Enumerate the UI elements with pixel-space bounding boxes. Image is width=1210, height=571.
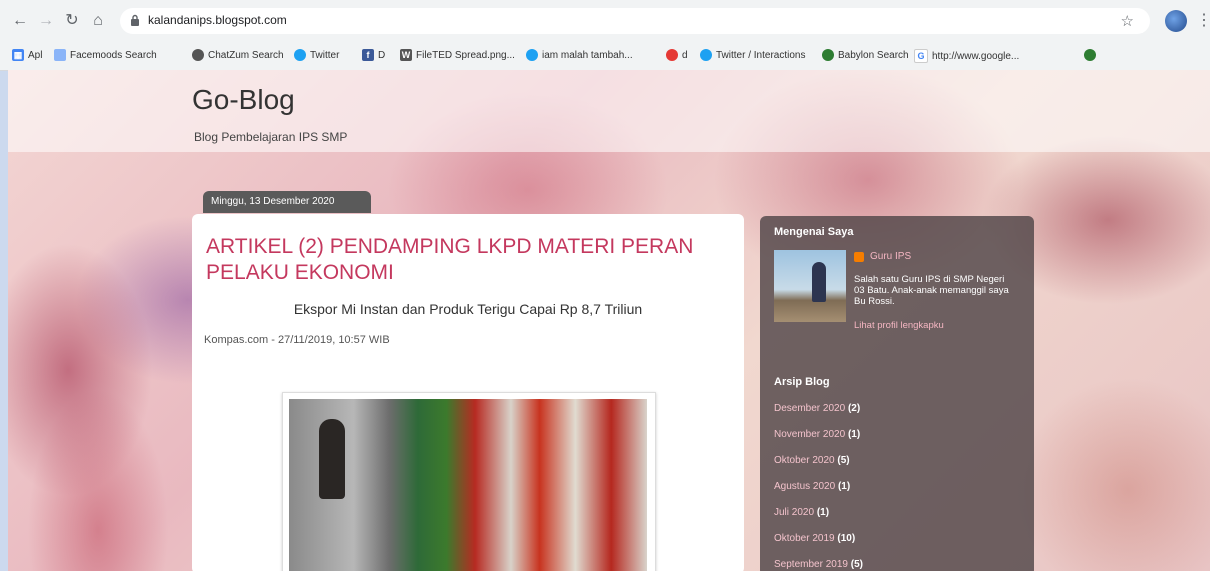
archive-item[interactable]: Desember 2020 (2)	[774, 403, 860, 414]
blog-title[interactable]: Go-Blog	[192, 84, 295, 116]
post-date-header: Minggu, 13 Desember 2020	[203, 191, 371, 213]
profile-link[interactable]: Lihat profil lengkapku	[854, 320, 944, 331]
blog-page: Go-Blog Blog Pembelajaran IPS SMP Minggu…	[8, 70, 1210, 571]
facebook-icon: f	[362, 49, 374, 61]
google-icon: G	[914, 49, 928, 63]
bookmarks-bar: ▦ Apl Facemoods Search ChatZum Search Twi…	[0, 44, 1210, 71]
url-bar[interactable]: kalandanips.blogspot.com ☆	[120, 8, 1150, 34]
bookmark-chatzum[interactable]: ChatZum Search	[192, 49, 284, 61]
twitter-icon	[294, 49, 306, 61]
bookmark-babylon[interactable]: Babylon Search	[822, 49, 909, 61]
w-icon: W	[400, 49, 412, 61]
profile-description: Salah satu Guru IPS di SMP Negeri 03 Bat…	[854, 274, 1009, 307]
about-heading: Mengenai Saya	[774, 226, 854, 238]
bookmark-twitter[interactable]: Twitter	[294, 49, 339, 61]
blog-description: Blog Pembelajaran IPS SMP	[194, 130, 348, 144]
post-subtitle: Ekspor Mi Instan dan Produk Terigu Capai…	[293, 301, 643, 317]
blog-header: Go-Blog Blog Pembelajaran IPS SMP	[8, 70, 1210, 152]
back-icon[interactable]: ←	[10, 11, 30, 31]
babylon-icon	[1084, 49, 1096, 61]
profile-figure	[812, 262, 826, 302]
reload-icon[interactable]: ↻	[62, 11, 82, 31]
url-text: kalandanips.blogspot.com	[148, 13, 287, 27]
archive-item[interactable]: Oktober 2020 (5)	[774, 455, 850, 466]
bookmark-filetted[interactable]: W FileTED Spread.png...	[400, 49, 515, 61]
home-icon[interactable]: ⌂	[88, 11, 108, 31]
archive-item[interactable]: Juli 2020 (1)	[774, 507, 829, 518]
archive-item[interactable]: Agustus 2020 (1)	[774, 481, 850, 492]
profile-name[interactable]: Guru IPS	[870, 251, 911, 262]
twitter-icon	[700, 49, 712, 61]
bookmark-d[interactable]: d	[666, 49, 688, 61]
post-meta: Kompas.com - 27/11/2019, 10:57 WIB	[204, 334, 390, 346]
apps-icon: ▦	[12, 49, 24, 61]
archive-item[interactable]: November 2020 (1)	[774, 429, 860, 440]
post-title[interactable]: ARTIKEL (2) PENDAMPING LKPD MATERI PERAN…	[206, 234, 726, 286]
bookmark-babylon-2[interactable]	[1084, 49, 1096, 61]
bookmark-iam-malah[interactable]: iam malah tambah...	[526, 49, 633, 61]
archive-item[interactable]: September 2019 (5)	[774, 559, 863, 570]
shopper-figure	[319, 419, 345, 499]
twitter-icon	[526, 49, 538, 61]
lock-icon	[131, 14, 139, 26]
chatzum-icon	[192, 49, 204, 61]
post-card: ARTIKEL (2) PENDAMPING LKPD MATERI PERAN…	[192, 214, 744, 571]
browser-chrome: ← → ↻ ⌂ kalandanips.blogspot.com ☆ ⋮ ▦ Ap…	[0, 0, 1210, 71]
forward-icon[interactable]: →	[36, 11, 56, 31]
bookmark-facebook[interactable]: fD	[362, 49, 385, 61]
extension-globe-icon[interactable]	[1165, 10, 1187, 32]
babylon-icon	[822, 49, 834, 61]
menu-icon[interactable]: ⋮	[1196, 10, 1210, 30]
sidebar: Mengenai Saya Guru IPS Salah satu Guru I…	[760, 216, 1034, 571]
archive-heading: Arsip Blog	[774, 376, 830, 388]
bookmark-twitter-interactions[interactable]: Twitter / Interactions	[700, 49, 805, 61]
facemoods-icon	[54, 49, 66, 61]
bookmark-star-icon[interactable]: ☆	[1121, 12, 1134, 30]
bookmark-google[interactable]: Ghttp://www.google...	[914, 49, 1019, 63]
post-date: Minggu, 13 Desember 2020	[211, 196, 335, 207]
blogger-icon	[854, 252, 864, 262]
post-image[interactable]	[282, 392, 656, 571]
bookmark-apps[interactable]: ▦ Apl	[12, 49, 42, 61]
pinterest-icon	[666, 49, 678, 61]
profile-photo[interactable]	[774, 250, 846, 322]
address-toolbar: ← → ↻ ⌂ kalandanips.blogspot.com ☆ ⋮	[0, 0, 1210, 44]
noodle-shelf-photo	[289, 399, 647, 571]
bookmark-facemoods[interactable]: Facemoods Search	[54, 49, 157, 61]
archive-item[interactable]: Oktober 2019 (10)	[774, 533, 855, 544]
